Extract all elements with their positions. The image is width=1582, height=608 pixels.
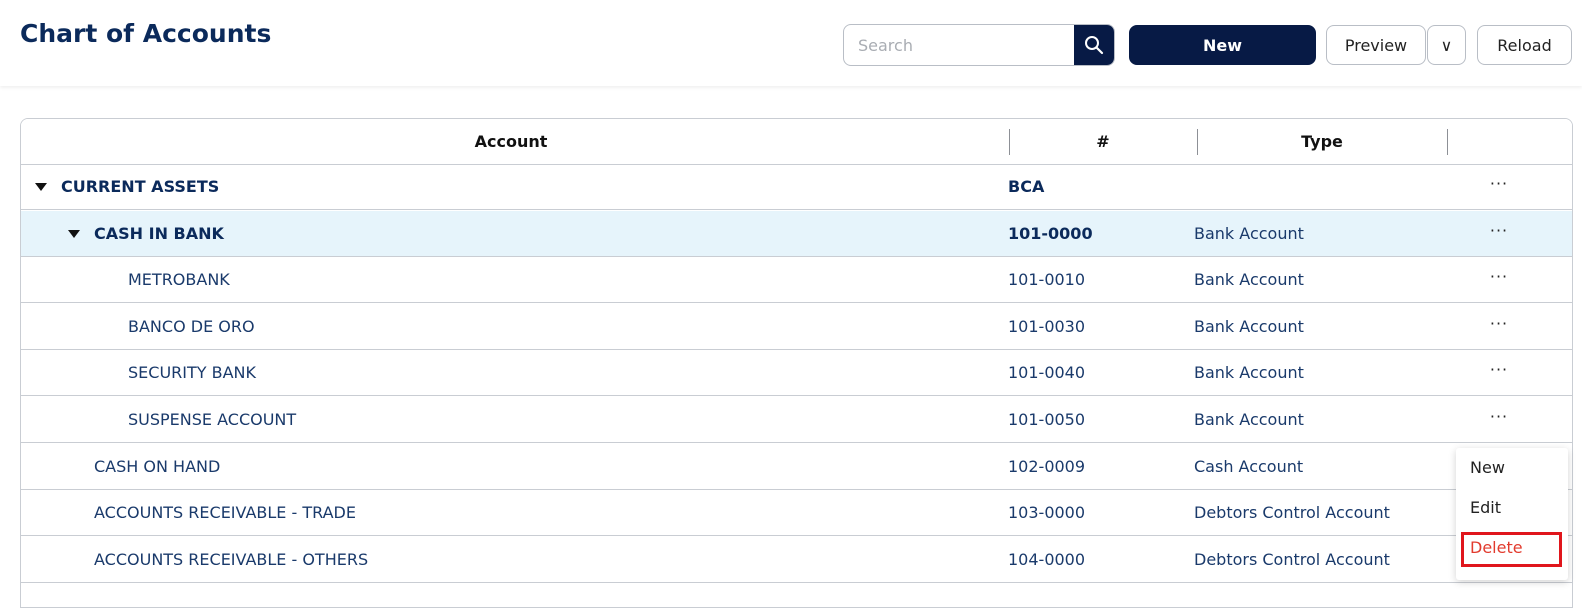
table-row[interactable]: CURRENT ASSETS BCA ···	[21, 164, 1572, 210]
table-row[interactable]: ACCOUNTS RECEIVABLE - TRADE 103-0000 Debto…	[21, 490, 1572, 537]
column-header-account[interactable]: Account	[21, 119, 1001, 164]
account-number: 101-0050	[1008, 410, 1086, 429]
more-horizontal-icon[interactable]: ···	[1479, 257, 1519, 297]
account-name: SECURITY BANK	[128, 363, 256, 383]
table-row[interactable]: CASH IN BANK 101-0000 Bank Account ···	[21, 210, 1572, 257]
new-button[interactable]: New	[1129, 25, 1316, 65]
search-box	[843, 24, 1115, 66]
more-horizontal-icon[interactable]: ···	[1479, 397, 1519, 437]
account-type: Bank Account	[1194, 410, 1304, 429]
account-name: ACCOUNTS RECEIVABLE - TRADE	[94, 503, 356, 523]
search-button[interactable]	[1074, 25, 1114, 65]
account-name: METROBANK	[128, 270, 230, 290]
more-horizontal-icon[interactable]: ···	[1479, 350, 1519, 390]
preview-button[interactable]: Preview	[1326, 25, 1426, 65]
more-horizontal-icon[interactable]: ···	[1479, 304, 1519, 344]
column-header-number[interactable]: #	[1009, 119, 1197, 164]
account-number: BCA	[1008, 177, 1045, 196]
account-number: 101-0010	[1008, 270, 1086, 290]
search-input[interactable]	[844, 25, 1076, 65]
column-divider	[1447, 129, 1448, 155]
account-number: 103-0000	[1008, 503, 1086, 523]
account-type: Cash Account	[1194, 456, 1304, 476]
more-horizontal-icon[interactable]: ···	[1479, 164, 1519, 204]
table-row[interactable]: SECURITY BANK 101-0040 Bank Account ···	[21, 350, 1572, 397]
account-type: Bank Account	[1194, 363, 1304, 383]
chevron-down-icon: ∨	[1440, 35, 1453, 55]
account-name: ACCOUNTS RECEIVABLE - OTHERS	[94, 549, 369, 569]
table-header: Account # Type	[21, 119, 1572, 165]
account-name: SUSPENSE ACCOUNT	[128, 410, 297, 429]
reload-button[interactable]: Reload	[1477, 25, 1572, 65]
account-type: Debtors Control Account	[1194, 549, 1390, 569]
page-title: Chart of Accounts	[20, 19, 272, 48]
table-row[interactable]: ACCOUNTS RECEIVABLE - OTHERS 104-0000 Debt…	[21, 537, 1572, 583]
menu-item-new[interactable]: New	[1470, 458, 1505, 477]
caret-down-icon[interactable]	[68, 229, 80, 238]
column-header-type[interactable]: Type	[1197, 119, 1447, 164]
account-type: Bank Account	[1194, 270, 1304, 290]
search-icon	[1085, 36, 1104, 55]
page-header: Chart of Accounts New Preview ∨ Reload	[0, 0, 1582, 86]
caret-down-icon[interactable]	[35, 183, 47, 191]
more-horizontal-icon[interactable]: ···	[1479, 211, 1519, 251]
account-name: BANCO DE ORO	[128, 316, 255, 336]
menu-item-edit[interactable]: Edit	[1470, 498, 1501, 517]
preview-dropdown-button[interactable]: ∨	[1427, 25, 1466, 65]
account-number: 101-0000	[1008, 223, 1093, 243]
account-number: 102-0009	[1008, 456, 1086, 476]
table-row[interactable]: CASH ON HAND 102-0009 Cash Account	[21, 444, 1572, 490]
table-row[interactable]: METROBANK 101-0010 Bank Account ···	[21, 257, 1572, 304]
account-name: CURRENT ASSETS	[61, 177, 220, 196]
table-row[interactable]: BANCO DE ORO 101-0030 Bank Account ···	[21, 304, 1572, 350]
row-context-menu: New Edit Delete	[1456, 448, 1568, 580]
table-row[interactable]: SUSPENSE ACCOUNT 101-0050 Bank Account ···	[21, 397, 1572, 443]
menu-item-delete[interactable]: Delete	[1470, 538, 1523, 557]
account-number: 101-0030	[1008, 316, 1086, 336]
account-name: CASH ON HAND	[94, 456, 221, 476]
account-number: 104-0000	[1008, 549, 1086, 569]
account-type: Bank Account	[1194, 223, 1304, 243]
account-number: 101-0040	[1008, 363, 1086, 383]
account-type: Debtors Control Account	[1194, 503, 1390, 523]
account-type: Bank Account	[1194, 316, 1304, 336]
account-name: CASH IN BANK	[94, 223, 224, 243]
accounts-table: Account # Type CURRENT ASSETS BCA ··· CASH …	[20, 118, 1573, 608]
